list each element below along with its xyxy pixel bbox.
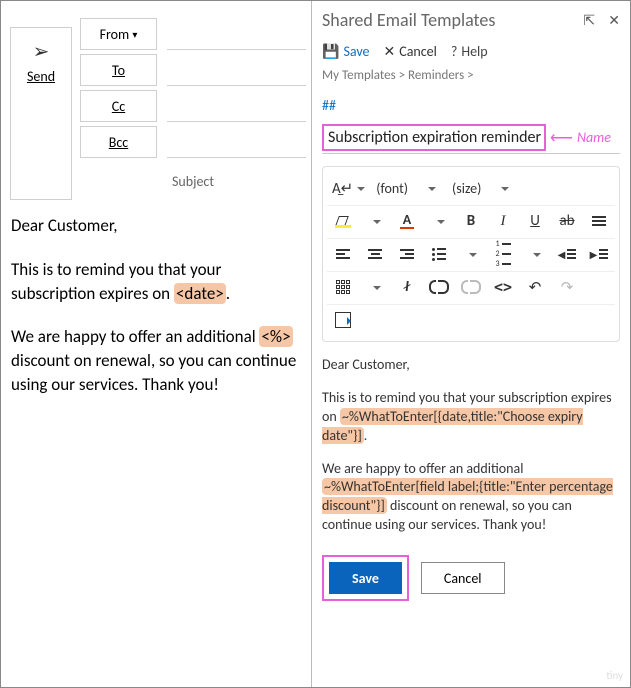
highlight-caret[interactable] [361,210,389,232]
bold-button[interactable]: B [457,210,485,232]
templates-pane: Shared Email Templates ⇱ ✕ 💾Save ✕Cancel… [312,1,630,687]
save-button[interactable]: Save [329,562,402,594]
percent-placeholder: <%> [259,326,292,347]
body-p2: We are happy to offer an additional <%> … [11,325,301,396]
font-size-select[interactable]: (size) [448,180,485,197]
subject-label: Subject [80,173,306,190]
editor-toolbar: A̲↵ (font) (size) A B I U ab [322,166,620,342]
send-label: Send [27,68,55,85]
bullet-list-caret[interactable] [457,243,485,265]
code-button[interactable]: <> [489,276,517,298]
compose-pane: ➢ Send From ▾ To Cc [1,1,312,687]
chevron-down-icon: ▾ [132,28,137,41]
cancel-command-label: Cancel [399,43,437,60]
font-family-select[interactable]: (font) [372,180,412,197]
callout-arrow-icon: ⟵ [550,128,573,148]
font-family-caret[interactable] [416,177,444,199]
link-button[interactable] [425,276,453,298]
insert-macro-button[interactable] [329,309,357,331]
help-command[interactable]: ?Help [451,43,488,60]
redo-button[interactable]: ↷ [553,276,581,298]
body-p1: This is to remind you that your subscrip… [11,258,301,306]
template-name-input[interactable]: Subscription expiration reminder [322,124,546,151]
message-body[interactable]: Dear Customer, This is to remind you tha… [1,208,311,417]
save-command-label: Save [343,43,369,60]
editor-date-macro: ~%WhatToEnter[{date,title:"Choose expiry… [322,408,583,444]
send-button[interactable]: ➢ Send [10,27,72,200]
from-button[interactable]: From ▾ [80,18,157,50]
unlink-button[interactable] [457,276,485,298]
editor-p2: We are happy to offer an additional ~%Wh… [322,460,618,536]
align-left-button[interactable] [329,243,357,265]
cc-field[interactable] [167,91,306,122]
cancel-button[interactable]: Cancel [421,562,505,594]
numbered-list-caret[interactable] [521,243,549,265]
font-size-caret[interactable] [489,177,517,199]
popout-icon[interactable]: ⇱ [583,12,595,29]
hashtag-field[interactable]: ## [322,97,620,114]
cc-label: Cc [112,98,125,115]
numbered-list-button[interactable]: 123 [489,243,517,265]
outdent-button[interactable]: ◀ [553,243,581,265]
watermark: tiny [606,669,623,682]
bullet-list-button[interactable] [425,243,453,265]
bcc-button[interactable]: Bcc [80,126,157,158]
align-right-button[interactable] [393,243,421,265]
breadcrumb[interactable]: My Templates > Reminders > [322,68,620,83]
send-icon: ➢ [33,42,50,62]
date-placeholder: <date> [174,283,226,304]
clear-formatting-button[interactable]: I [393,276,421,298]
cancel-icon: ✕ [384,43,396,60]
align-justify-button[interactable] [585,210,613,232]
indent-button[interactable]: ▶ [585,243,613,265]
font-color-button[interactable]: A [393,210,421,232]
help-icon: ? [451,43,458,60]
to-label: To [112,62,125,79]
help-command-label: Help [461,43,487,60]
template-editor[interactable]: Dear Customer, This is to remind you tha… [322,356,620,549]
strikethrough-button[interactable]: ab [553,210,581,232]
cancel-command[interactable]: ✕Cancel [384,43,437,60]
close-icon[interactable]: ✕ [608,12,620,29]
save-command[interactable]: 💾Save [322,43,370,60]
name-callout-label: Name [577,129,611,146]
paragraph-style-button[interactable]: A̲↵ [329,177,368,199]
body-greeting: Dear Customer, [11,214,301,238]
font-color-caret[interactable] [425,210,453,232]
italic-button[interactable]: I [489,210,517,232]
table-button[interactable] [329,276,357,298]
cc-button[interactable]: Cc [80,90,157,122]
from-field[interactable] [167,19,306,50]
save-icon: 💾 [322,43,339,60]
editor-greeting: Dear Customer, [322,356,618,375]
to-button[interactable]: To [80,54,157,86]
table-caret[interactable] [361,276,389,298]
bcc-label: Bcc [109,134,128,151]
editor-p1: This is to remind you that your subscrip… [322,389,618,446]
undo-button[interactable]: ↶ [521,276,549,298]
highlight-button[interactable] [329,210,357,232]
align-center-button[interactable] [361,243,389,265]
bcc-field[interactable] [167,127,306,158]
pane-title: Shared Email Templates [322,9,495,31]
save-button-highlight: Save [322,555,409,601]
from-label: From [100,26,130,43]
underline-button[interactable]: U [521,210,549,232]
to-field[interactable] [167,55,306,86]
